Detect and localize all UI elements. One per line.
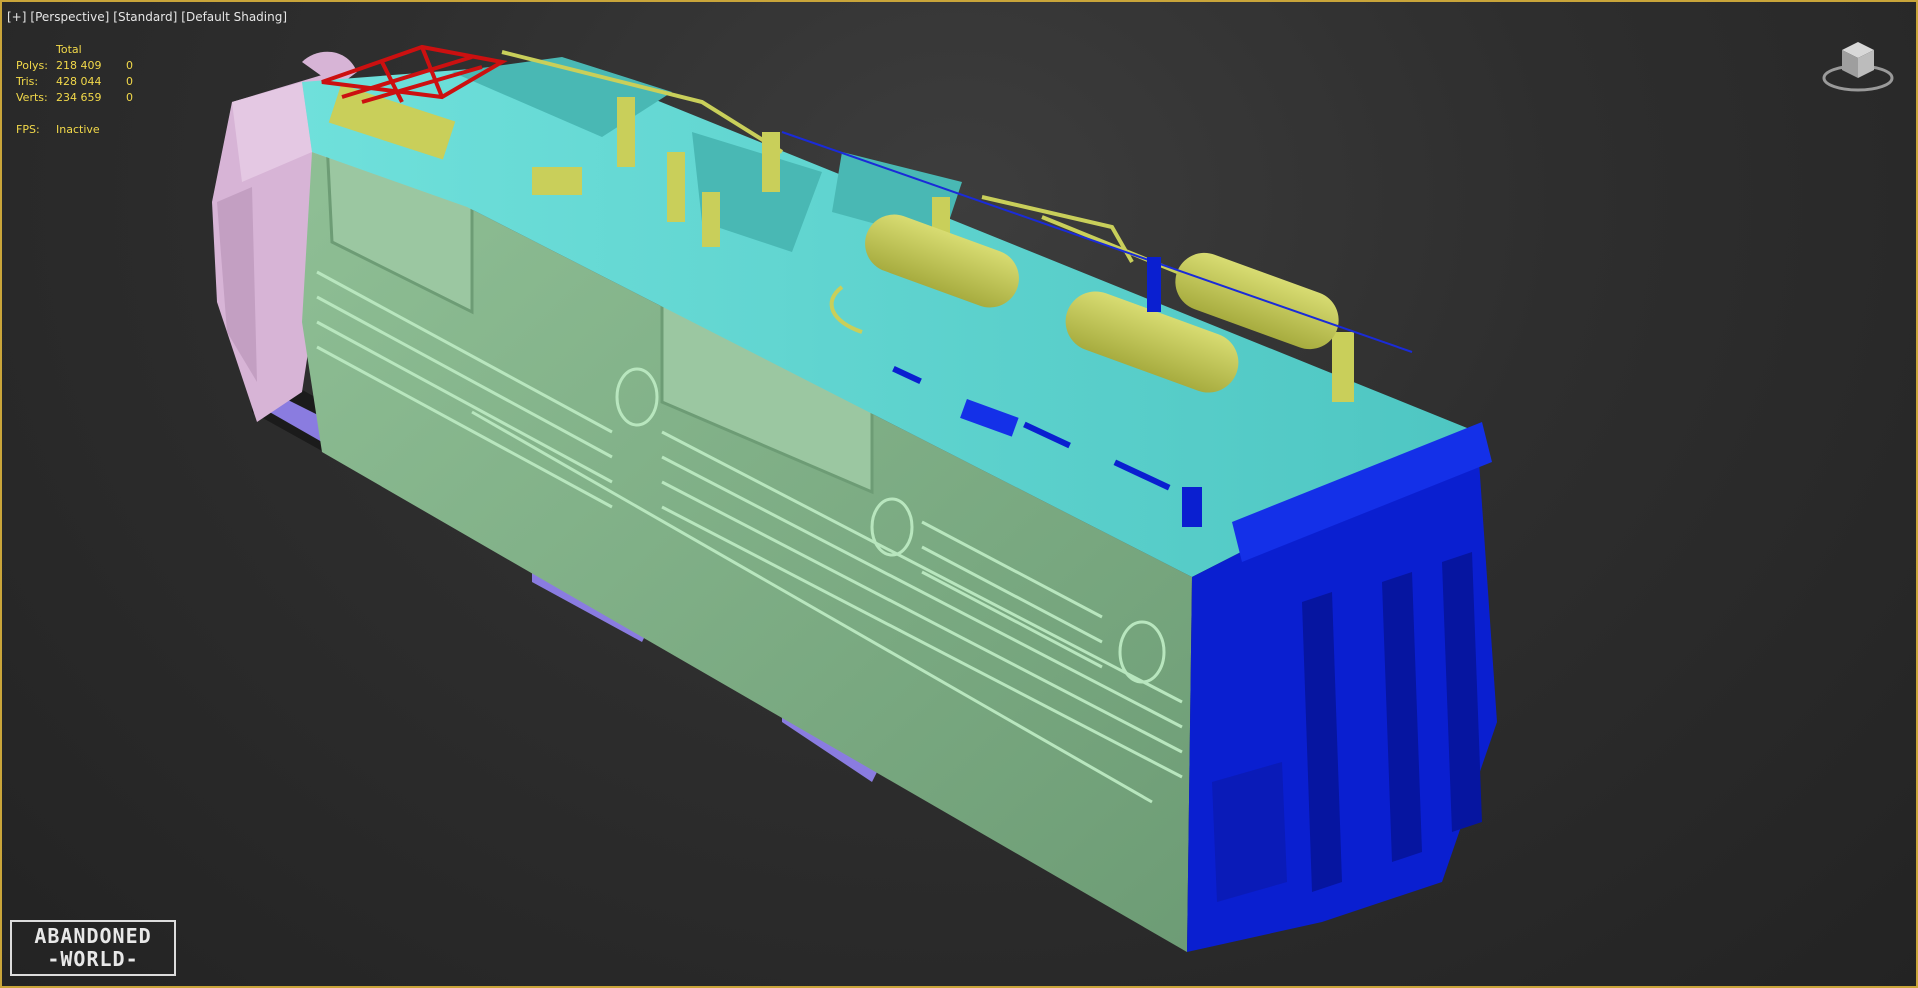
watermark-line1: ABANDONED [34,924,152,948]
locomotive-model[interactable] [2,2,1918,988]
viewcube-icon[interactable] [1820,36,1900,96]
stats-total: 428 044 [56,75,102,88]
fps-label: FPS: [16,123,40,136]
stats-selected: 0 [126,91,133,104]
stats-label: Tris: [16,75,39,88]
watermark-logo: ABANDONED -WORLD- [10,920,176,976]
perspective-viewport[interactable]: [+] [Perspective] [Standard] [Default Shadi… [0,0,1918,988]
fps-value: Inactive [56,123,100,136]
viewport-point-of-view-menu[interactable]: [Perspective] [30,10,109,24]
viewport-plus-menu[interactable]: [+] [7,10,26,24]
viewport-standard-menu[interactable]: [Standard] [113,10,177,24]
stats-total: 218 409 [56,59,102,72]
viewport-label-menu: [+] [Perspective] [Standard] [Default Shadi… [7,10,291,24]
stats-selected: 0 [126,59,133,72]
stats-selected: 0 [126,75,133,88]
stats-row-verts: Verts: 234 659 0 [16,90,146,106]
stats-row-tris: Tris: 428 044 0 [16,74,146,90]
stats-total: 234 659 [56,91,102,104]
statistics-overlay: Total Polys: 218 409 0 Tris: 428 044 0 V… [16,42,146,138]
stats-row-polys: Polys: 218 409 0 [16,58,146,74]
stats-label: Verts: [16,91,48,104]
stats-header: Total [56,43,82,56]
viewport-shading-menu[interactable]: [Default Shading] [181,10,287,24]
stats-row-fps: FPS: Inactive [16,122,146,138]
watermark-line2: -WORLD- [47,947,139,971]
stats-label: Polys: [16,59,48,72]
